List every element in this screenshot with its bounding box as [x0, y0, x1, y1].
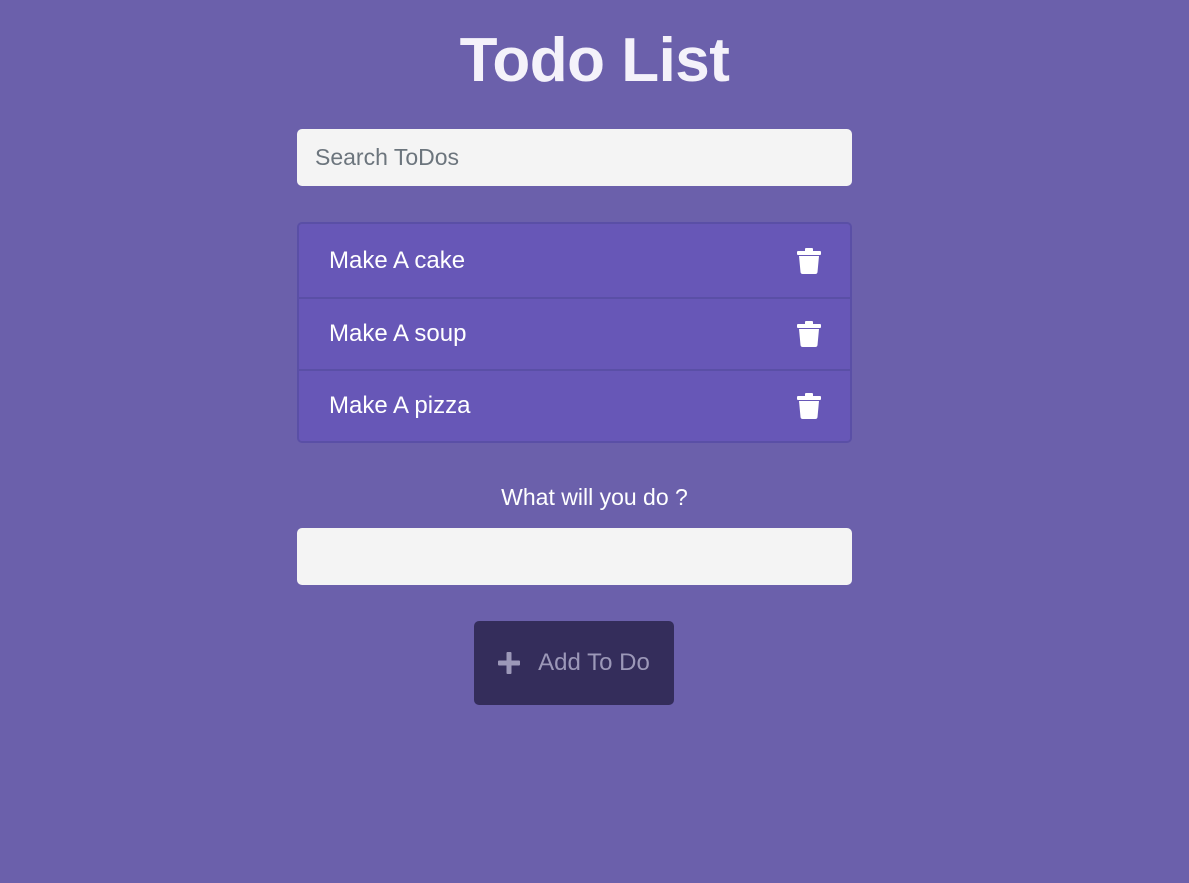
page-title: Todo List: [459, 26, 730, 95]
add-todo-button-label: Add To Do: [538, 649, 650, 676]
list-item: Make A pizza: [299, 369, 850, 441]
todo-text: Make A pizza: [329, 392, 471, 419]
search-input[interactable]: [297, 129, 852, 186]
search-container: [297, 129, 852, 186]
list-item: Make A soup: [299, 297, 850, 369]
todo-app: Todo List Make A cake Make A soup Make A…: [0, 0, 1189, 883]
trash-icon[interactable]: [797, 393, 821, 419]
todo-text: Make A soup: [329, 320, 467, 347]
todo-text: Make A cake: [329, 246, 466, 274]
plus-icon: [498, 652, 521, 674]
todo-list: Make A cake Make A soup Make A pizza: [297, 222, 852, 443]
trash-icon[interactable]: [797, 321, 821, 347]
trash-icon[interactable]: [797, 247, 821, 274]
list-item: Make A cake: [299, 224, 850, 297]
add-todo-button[interactable]: Add To Do: [474, 621, 674, 705]
add-todo-input[interactable]: [297, 528, 852, 585]
add-todo-label: What will you do ?: [501, 484, 688, 510]
